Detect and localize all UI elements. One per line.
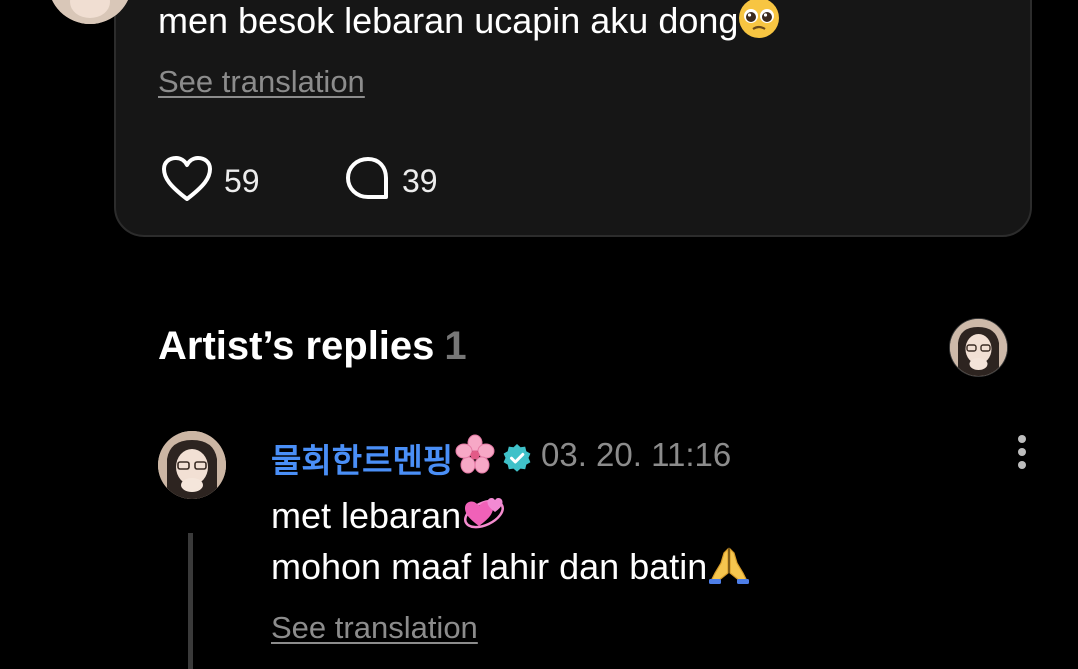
- more-options-button[interactable]: [1008, 434, 1036, 474]
- comment-thread-page: men besok lebaran ucapin aku dong See tr…: [0, 0, 1078, 669]
- artist-replies-header: Artist’s replies 1: [158, 324, 467, 369]
- comment-button[interactable]: 39: [344, 155, 438, 208]
- reply-thread-line: [188, 533, 193, 669]
- comment-count: 39: [402, 163, 438, 199]
- like-count: 59: [224, 163, 260, 199]
- folded-hands-emoji: [707, 543, 751, 594]
- comment-bubble-icon: [344, 155, 392, 208]
- reply-text-line-2: mohon maaf lahir dan batin: [271, 543, 751, 594]
- reply-author-name[interactable]: 물회한르멘핑: [271, 434, 533, 482]
- artist-replies-count: 1: [444, 324, 467, 368]
- revolving-hearts-emoji: [461, 492, 507, 543]
- pleading-face-emoji: [738, 0, 780, 47]
- reply-see-translation-link[interactable]: See translation: [271, 610, 478, 646]
- verified-badge-icon: [501, 442, 533, 474]
- more-vertical-icon: [1008, 435, 1036, 478]
- see-translation-link[interactable]: See translation: [158, 64, 365, 100]
- reply-timestamp: 03. 20. 11:16: [541, 436, 732, 473]
- like-button[interactable]: 59: [160, 155, 260, 208]
- reply-text-line-1: met lebaran: [271, 492, 507, 543]
- reply-author-avatar[interactable]: [158, 431, 226, 499]
- cherry-blossom-emoji: [455, 434, 495, 482]
- post-text-content: men besok lebaran ucapin aku dong: [158, 0, 739, 41]
- artist-replies-title: Artist’s replies: [158, 324, 435, 368]
- artist-avatar-small[interactable]: [950, 319, 1007, 376]
- reply-text-line-1-content: met lebaran: [271, 495, 462, 536]
- post-text: men besok lebaran ucapin aku dong: [158, 0, 780, 47]
- reply-text-line-2-content: mohon maaf lahir dan batin: [271, 546, 708, 587]
- reply-author-name-text: 물회한르멘핑: [271, 442, 454, 479]
- heart-icon: [160, 155, 214, 208]
